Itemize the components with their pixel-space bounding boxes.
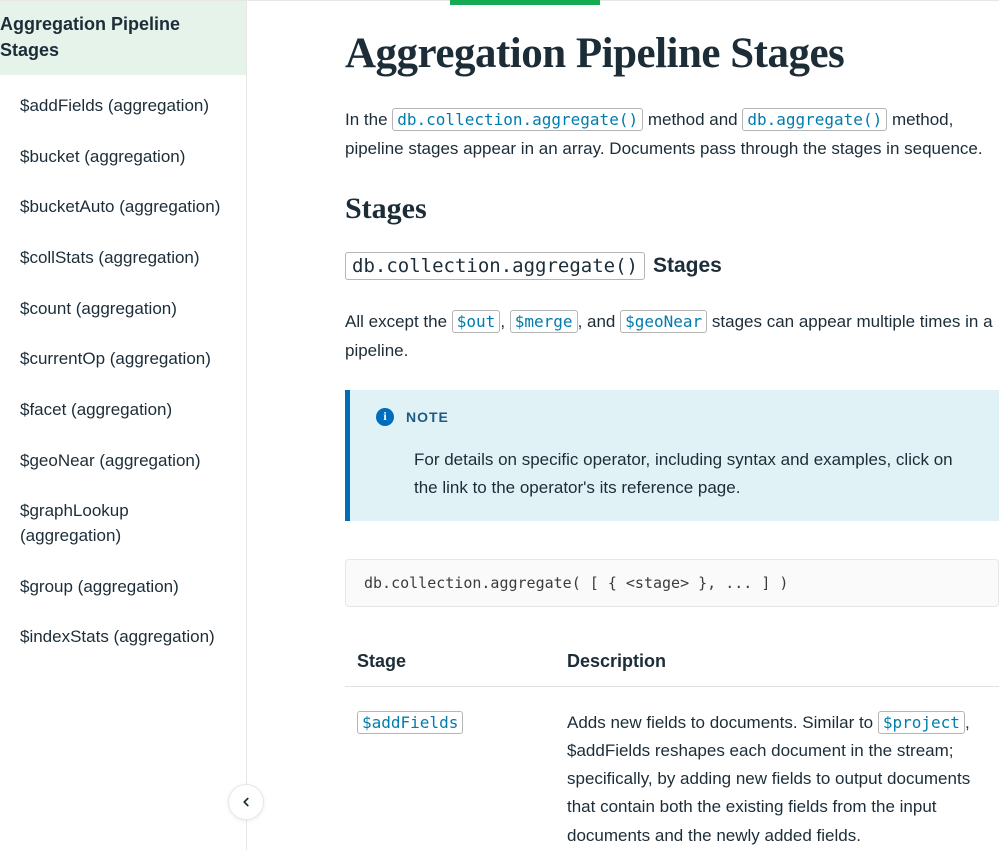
table-header-stage: Stage — [345, 641, 555, 687]
page-title: Aggregation Pipeline Stages — [345, 29, 999, 78]
sidebar-items: $addFields (aggregation) $bucket (aggreg… — [0, 75, 246, 703]
sidebar-item[interactable]: $count (aggregation) — [0, 284, 246, 335]
link-db-collection-aggregate[interactable]: db.collection.aggregate() — [392, 108, 643, 131]
table-row: $addFields Adds new fields to documents.… — [345, 687, 999, 850]
sidebar-item[interactable]: $bucketAuto (aggregation) — [0, 182, 246, 233]
link-addfields[interactable]: $addFields — [357, 711, 463, 734]
sidebar-item[interactable]: $graphLookup (aggregation) — [0, 486, 246, 561]
text: Adds new fields to documents. Similar to — [567, 713, 878, 732]
table-cell-description: Adds new fields to documents. Similar to… — [555, 687, 999, 850]
sidebar-current-item[interactable]: Aggregation Pipeline Stages — [0, 1, 246, 75]
note-callout: i NOTE For details on specific operator,… — [345, 390, 999, 522]
paragraph-exceptions: All except the $out, $merge, and $geoNea… — [345, 308, 999, 366]
section-heading-stages: Stages — [345, 192, 999, 226]
sidebar-item[interactable]: $addFields (aggregation) — [0, 81, 246, 132]
sidebar-item[interactable]: $collStats (aggregation) — [0, 233, 246, 284]
link-geonear[interactable]: $geoNear — [620, 310, 707, 333]
note-body: For details on specific operator, includ… — [376, 446, 971, 504]
table-cell-stage: $addFields — [345, 687, 555, 850]
text: Stages — [653, 254, 722, 278]
sub-heading: db.collection.aggregate() Stages — [345, 252, 999, 280]
link-merge[interactable]: $merge — [510, 310, 578, 333]
sidebar-scroll[interactable]: Aggregation Pipeline Stages $addFields (… — [0, 1, 246, 850]
sidebar: Aggregation Pipeline Stages $addFields (… — [0, 1, 247, 850]
sidebar-collapse-button[interactable] — [228, 784, 264, 820]
text: , and — [578, 312, 621, 331]
note-header: i NOTE — [376, 408, 971, 426]
table-header-description: Description — [555, 641, 999, 687]
stages-table: Stage Description $addFields Adds new fi… — [345, 641, 999, 850]
text: All except the — [345, 312, 452, 331]
code-method-name: db.collection.aggregate() — [345, 252, 645, 280]
link-out[interactable]: $out — [452, 310, 501, 333]
note-label: NOTE — [406, 409, 449, 425]
text: method and — [648, 110, 743, 129]
sidebar-item[interactable]: $group (aggregation) — [0, 562, 246, 613]
text: , — [500, 312, 509, 331]
sidebar-item[interactable]: $facet (aggregation) — [0, 385, 246, 436]
sidebar-item[interactable]: $currentOp (aggregation) — [0, 334, 246, 385]
link-db-aggregate[interactable]: db.aggregate() — [742, 108, 887, 131]
app-root: Aggregation Pipeline Stages $addFields (… — [0, 0, 999, 850]
sidebar-item[interactable]: $bucket (aggregation) — [0, 132, 246, 183]
intro-paragraph: In the db.collection.aggregate() method … — [345, 106, 999, 164]
sidebar-item[interactable]: $geoNear (aggregation) — [0, 436, 246, 487]
main-content: Aggregation Pipeline Stages In the db.co… — [247, 1, 999, 850]
code-block: db.collection.aggregate( [ { <stage> }, … — [345, 559, 999, 607]
link-project[interactable]: $project — [878, 711, 965, 734]
chevron-left-icon — [239, 795, 253, 809]
text: In the — [345, 110, 392, 129]
sidebar-item[interactable]: $indexStats (aggregation) — [0, 612, 246, 663]
info-icon: i — [376, 408, 394, 426]
